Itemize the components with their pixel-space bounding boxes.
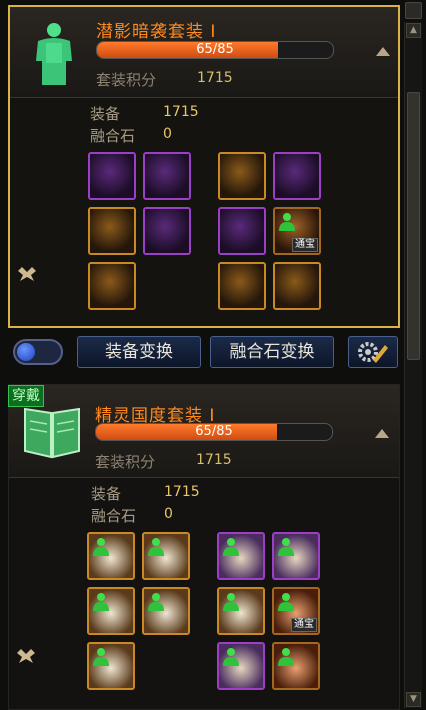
scroll-thumb[interactable] <box>407 92 420 360</box>
item-slot[interactable] <box>217 532 265 580</box>
item-slot[interactable] <box>143 152 191 200</box>
fusion-label: 融合石 <box>91 507 137 525</box>
owner-person-icon <box>278 648 294 666</box>
item-slot[interactable] <box>142 532 190 580</box>
equip-label: 装备 <box>90 105 121 123</box>
owner-person-icon <box>93 538 109 556</box>
item-slot[interactable] <box>272 532 320 580</box>
dark-ring-icon <box>275 264 319 308</box>
toggle-knob <box>17 343 35 361</box>
score-label: 套装积分 <box>96 71 157 89</box>
score-label: 套装积分 <box>95 453 156 471</box>
owner-person-icon <box>279 213 295 231</box>
scrollbar[interactable]: ▲ ▼ <box>404 22 422 708</box>
set-header[interactable]: 潜影暗袭套装 I 65/85 套装积分 1715 <box>10 7 398 98</box>
item-slot[interactable] <box>87 532 135 580</box>
set-progress-bar: 65/85 <box>95 423 333 441</box>
fusion-swap-button[interactable]: 融合石变换 <box>210 336 334 368</box>
item-slot[interactable] <box>218 207 266 255</box>
lightning-stone-icon <box>220 264 264 308</box>
item-slot[interactable] <box>273 152 321 200</box>
rank-emblem-icon <box>18 267 36 281</box>
rank-emblem-icon <box>17 649 35 663</box>
progress-text: 65/85 <box>195 424 233 439</box>
wrench-gear-icon <box>358 342 388 363</box>
owner-person-icon <box>223 538 239 556</box>
item-slot[interactable] <box>217 587 265 635</box>
item-tag: 通宝 <box>292 238 318 252</box>
equip-swap-button[interactable]: 装备变换 <box>77 336 201 368</box>
owner-person-icon <box>148 593 164 611</box>
book-icon <box>24 407 80 459</box>
item-slot[interactable] <box>217 642 265 690</box>
equip-value: 1715 <box>163 104 199 120</box>
fusion-label: 融合石 <box>90 127 136 145</box>
equip-label: 装备 <box>91 485 122 503</box>
owner-person-icon <box>93 593 109 611</box>
set-toggle-switch[interactable] <box>13 339 63 365</box>
item-slot[interactable] <box>273 262 321 310</box>
item-slot[interactable] <box>88 207 136 255</box>
owner-person-icon <box>148 538 164 556</box>
orange-blade-icon <box>220 154 264 198</box>
owner-person-icon <box>278 538 294 556</box>
item-slot[interactable]: 通宝 <box>272 587 320 635</box>
item-slot[interactable] <box>88 152 136 200</box>
item-slot[interactable]: 通宝 <box>273 207 321 255</box>
progress-text: 65/85 <box>196 42 234 57</box>
owner-person-icon <box>223 648 239 666</box>
item-slot[interactable] <box>88 262 136 310</box>
owner-person-icon <box>223 593 239 611</box>
item-slot[interactable] <box>218 152 266 200</box>
item-slot[interactable] <box>218 262 266 310</box>
collapse-arrow-icon[interactable] <box>375 429 389 438</box>
item-slot[interactable] <box>143 207 191 255</box>
set-header[interactable]: 精灵国度套装 I 65/85 套装积分 1715 <box>9 385 399 478</box>
equipped-tag: 穿戴 <box>8 385 44 407</box>
item-slot[interactable] <box>87 587 135 635</box>
set-progress-bar: 65/85 <box>96 41 334 59</box>
score-value: 1715 <box>197 70 233 86</box>
scroll-down-arrow-icon[interactable]: ▼ <box>406 692 421 707</box>
item-tag: 通宝 <box>291 618 317 632</box>
settings-button[interactable] <box>348 336 398 368</box>
purple-boots-icon <box>220 209 264 253</box>
score-value: 1715 <box>196 452 232 468</box>
scroll-up-arrow-icon[interactable]: ▲ <box>406 23 421 38</box>
body-silhouette-icon <box>36 23 72 85</box>
purple-belt-icon <box>145 209 189 253</box>
set-name: 潜影暗袭套装 I <box>96 22 217 42</box>
purple-staff-icon <box>275 154 319 198</box>
gold-bracelet-icon <box>90 264 134 308</box>
black-pants-icon <box>90 209 134 253</box>
item-slot[interactable] <box>272 642 320 690</box>
set-panel-shadow[interactable]: 潜影暗袭套装 I 65/85 套装积分 1715 装备 1715 融合石 0 通… <box>8 5 400 328</box>
owner-person-icon <box>278 593 294 611</box>
owner-person-icon <box>93 648 109 666</box>
item-slot[interactable] <box>87 642 135 690</box>
collapse-arrow-icon[interactable] <box>376 47 390 56</box>
fusion-value: 0 <box>164 506 173 522</box>
fusion-value: 0 <box>163 126 172 142</box>
set-panel-elf[interactable]: 精灵国度套装 I 65/85 套装积分 1715 装备 1715 融合石 0 通… <box>8 384 400 710</box>
dark-hood-shoulder-icon <box>145 154 189 198</box>
item-slot[interactable] <box>142 587 190 635</box>
dark-hood-helmet-icon <box>90 154 134 198</box>
close-button[interactable] <box>405 2 422 19</box>
equip-value: 1715 <box>164 484 200 500</box>
